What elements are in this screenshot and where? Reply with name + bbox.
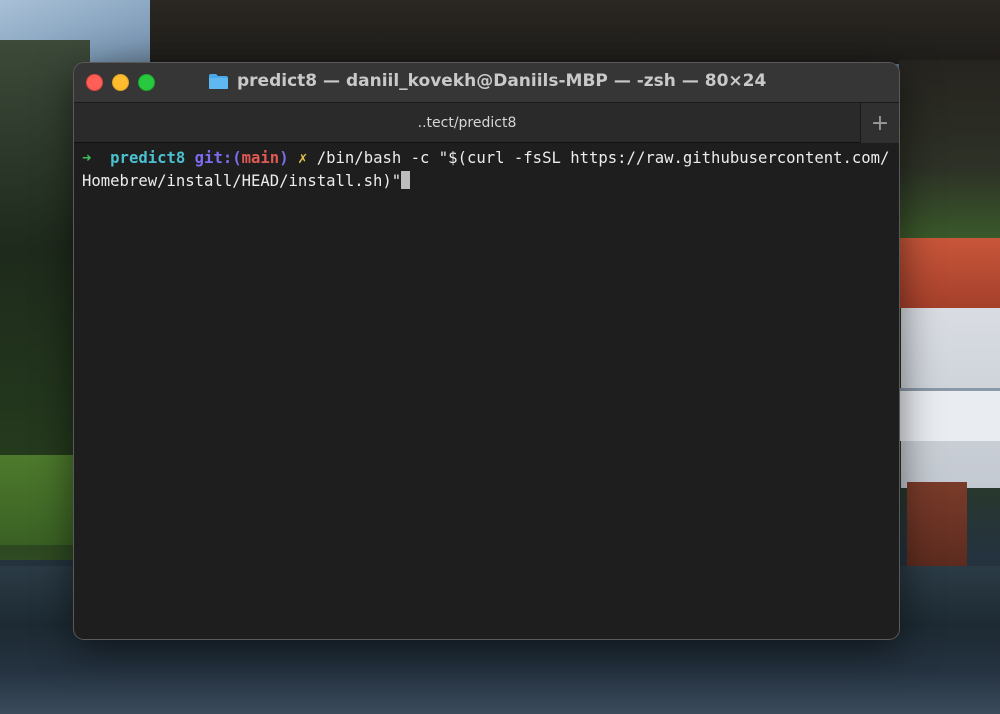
prompt-dirty-marker: ✗ <box>297 149 308 167</box>
plus-icon: + <box>870 110 890 136</box>
terminal-window[interactable]: predict8 — daniil_kovekh@Daniils-MBP — -… <box>74 63 899 639</box>
close-window-button[interactable] <box>86 74 103 91</box>
wallpaper-trees-top <box>150 0 1000 64</box>
prompt-git-prefix: git:( <box>194 149 242 167</box>
tab-label: ..tect/predict8 <box>417 115 517 131</box>
wallpaper-house-roof <box>899 238 1000 308</box>
prompt-git-suffix: ) <box>279 149 289 167</box>
new-tab-button[interactable]: + <box>860 103 899 143</box>
folder-icon <box>208 73 229 90</box>
prompt-arrow-icon: ➜ <box>82 149 92 167</box>
text-cursor <box>401 171 411 189</box>
wallpaper-house <box>899 232 1000 582</box>
tab-predict8[interactable]: ..tect/predict8 <box>74 103 860 143</box>
minimize-window-button[interactable] <box>112 74 129 91</box>
prompt-directory: predict8 <box>110 149 186 167</box>
traffic-lights <box>86 74 155 91</box>
wallpaper-grass <box>0 455 80 545</box>
terminal-output[interactable]: ➜ predict8 git:(main) ✗ /bin/bash -c "$(… <box>74 143 899 197</box>
wallpaper-house-stairs <box>907 482 967 572</box>
window-title-text: predict8 — daniil_kovekh@Daniils-MBP — -… <box>237 71 767 91</box>
tab-bar: ..tect/predict8 + <box>74 102 899 143</box>
zoom-window-button[interactable] <box>138 74 155 91</box>
wallpaper-trees-right <box>899 60 1000 240</box>
prompt-branch: main <box>241 149 280 167</box>
terminal-titlebar[interactable]: predict8 — daniil_kovekh@Daniils-MBP — -… <box>74 63 899 102</box>
wallpaper-house-balcony <box>899 388 1000 441</box>
desktop-background: predict8 — daniil_kovekh@Daniils-MBP — -… <box>0 0 1000 714</box>
window-title: predict8 — daniil_kovekh@Daniils-MBP — -… <box>208 71 766 91</box>
